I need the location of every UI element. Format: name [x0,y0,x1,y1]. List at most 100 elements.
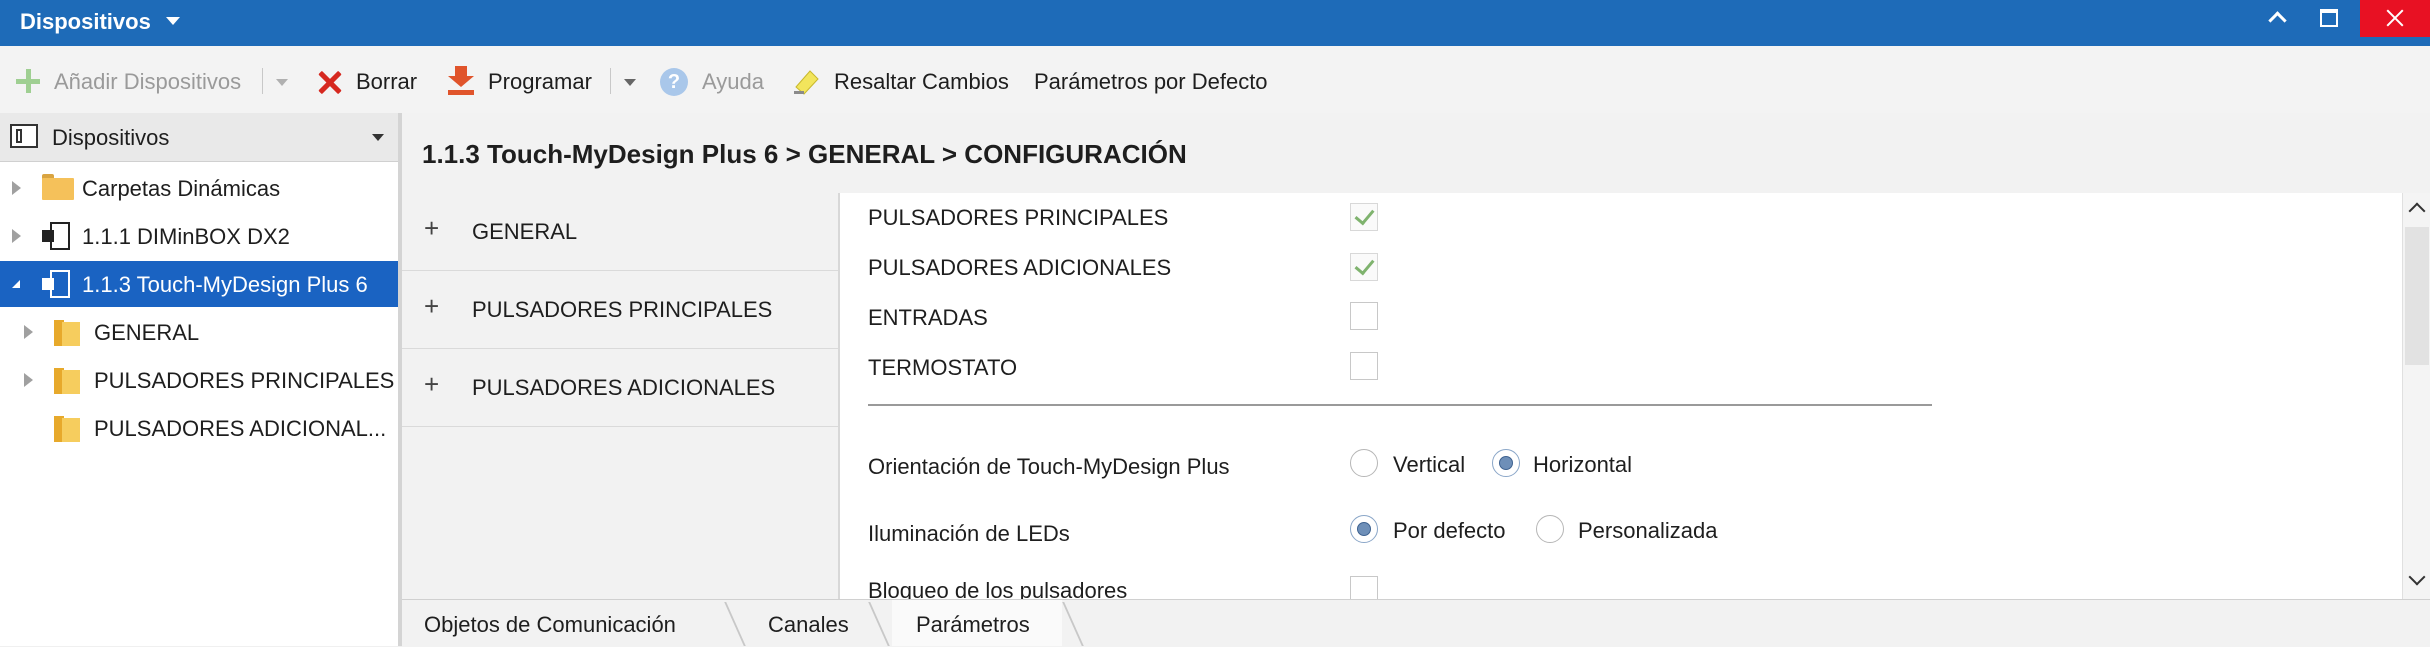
expand-plus-icon[interactable]: + [424,291,439,322]
collapse-icon[interactable] [2250,0,2306,40]
radio-leds-default[interactable] [1350,515,1378,543]
device-icon [42,270,72,298]
help-icon: ? [660,68,688,96]
breadcrumb: 1.1.3 Touch-MyDesign Plus 6 > GENERAL > … [422,139,1187,169]
checkbox-button-lock[interactable] [1350,576,1378,599]
tree-item-label: GENERAL [94,320,200,345]
tab-channels[interactable]: Canales [748,600,868,646]
delete-button[interactable]: Borrar [318,66,424,96]
devices-panel: Dispositivos Carpetas Dinámicas 1.1.1 DI… [0,113,402,646]
param-label: PULSADORES ADICIONALES [868,255,1172,280]
checkbox-thermostat[interactable] [1350,352,1378,380]
window-title[interactable]: Dispositivos [20,9,151,35]
devices-panel-header[interactable]: Dispositivos [0,113,398,162]
tree-item-main-buttons[interactable]: PULSADORES PRINCIPALES [0,357,398,403]
tab-parameters[interactable]: Parámetros [892,600,1062,646]
tree-item-label: 1.1.3 Touch-MyDesign Plus 6 [82,272,368,297]
param-label: Iluminación de LEDs [868,521,1070,546]
param-label: TERMOSTATO [868,355,1018,380]
devices-icon [10,124,38,148]
tree-item-additional-buttons[interactable]: PULSADORES ADICIONAL... [0,405,398,451]
chevron-down-icon[interactable] [372,134,384,141]
section-general[interactable]: + GENERAL [402,193,838,271]
section-nav: + GENERAL + PULSADORES PRINCIPALES + PUL… [402,193,840,599]
expand-icon[interactable] [24,325,33,339]
section-additional-buttons[interactable]: + PULSADORES ADICIONALES [402,349,838,427]
plus-icon [16,69,40,93]
vertical-scrollbar[interactable] [2402,193,2430,599]
download-icon [448,66,474,95]
param-label: Orientación de Touch-MyDesign Plus [868,454,1230,479]
tree-item-general[interactable]: GENERAL [0,309,398,355]
default-params-label: Parámetros por Defecto [1034,69,1268,94]
help-button[interactable]: ? Ayuda [660,66,772,96]
tree-item-device-1-1-1[interactable]: 1.1.1 DIMinBOX DX2 [0,213,398,259]
add-devices-button[interactable]: Añadir Dispositivos [16,66,256,96]
tree-item-label: Carpetas Dinámicas [82,176,281,201]
parameter-folder-icon [54,414,82,442]
highlight-changes-label: Resaltar Cambios [834,69,1009,94]
tree-item-device-1-1-3[interactable]: 1.1.3 Touch-MyDesign Plus 6 [0,261,398,307]
checkbox-additional-buttons[interactable] [1350,253,1378,281]
radio-label: Horizontal [1533,452,1633,477]
tab-label: Parámetros [916,612,1030,637]
checkbox-inputs[interactable] [1350,302,1378,330]
add-devices-dropdown-icon[interactable] [276,79,288,86]
radio-label: Personalizada [1578,518,1718,543]
tab-separator [868,602,890,646]
tree-item-label: PULSADORES ADICIONAL... [94,416,387,441]
expand-plus-icon[interactable]: + [424,213,439,244]
scroll-down-icon[interactable] [2408,568,2426,586]
expand-plus-icon[interactable]: + [424,369,439,400]
scroll-up-icon[interactable] [2408,202,2426,220]
radio-orientation-vertical[interactable] [1350,449,1378,477]
section-label: GENERAL [472,219,578,244]
toolbar-separator [610,68,611,94]
section-label: PULSADORES PRINCIPALES [472,297,773,322]
delete-label: Borrar [356,69,418,94]
bottom-tabs: Objetos de Comunicación Canales Parámetr… [402,599,2430,647]
radio-label: Vertical [1393,452,1466,477]
param-label: ENTRADAS [868,305,988,330]
tab-label: Objetos de Comunicación [424,612,676,637]
section-main-buttons[interactable]: + PULSADORES PRINCIPALES [402,271,838,349]
folder-icon [42,174,74,200]
parameter-folder-icon [54,366,82,394]
devices-panel-title: Dispositivos [52,125,170,150]
tree-item-label: 1.1.1 DIMinBOX DX2 [82,224,290,249]
expand-icon[interactable] [12,181,21,195]
scroll-thumb[interactable] [2405,227,2429,365]
tab-separator [1062,602,1084,646]
tree-item-dynamic-folders[interactable]: Carpetas Dinámicas [0,165,398,211]
divider [868,404,1932,406]
tab-label: Canales [768,612,849,637]
parameters-panel: PULSADORES PRINCIPALES PULSADORES ADICIO… [840,193,2402,599]
toolbar: Añadir Dispositivos Borrar Programar ? A… [0,46,2430,114]
program-label: Programar [488,69,592,94]
program-button[interactable]: Programar [446,66,602,96]
title-bar: Dispositivos [0,0,2430,46]
radio-label: Por defecto [1393,518,1506,543]
device-icon [42,222,72,250]
radio-leds-custom[interactable] [1536,515,1564,543]
checkbox-main-buttons[interactable] [1350,203,1378,231]
collapse-icon[interactable] [12,280,20,288]
expand-icon[interactable] [24,373,33,387]
close-icon[interactable] [2360,0,2430,37]
param-label: PULSADORES PRINCIPALES [868,205,1169,230]
expand-icon[interactable] [12,229,21,243]
toolbar-separator [262,68,263,94]
param-label: Bloqueo de los pulsadores [868,578,1128,599]
breadcrumb-bar: 1.1.3 Touch-MyDesign Plus 6 > GENERAL > … [402,113,2430,193]
maximize-icon[interactable] [2300,0,2356,40]
tab-communication-objects[interactable]: Objetos de Comunicación [402,600,724,646]
chevron-down-icon[interactable] [166,17,180,25]
default-params-button[interactable]: Parámetros por Defecto [1034,66,1284,96]
highlight-changes-button[interactable]: Resaltar Cambios [792,66,1012,96]
add-devices-label: Añadir Dispositivos [54,69,242,94]
delete-icon [318,70,342,94]
tree-item-label: PULSADORES PRINCIPALES [94,368,395,393]
program-dropdown-icon[interactable] [624,79,636,86]
radio-orientation-horizontal[interactable] [1492,449,1520,477]
section-label: PULSADORES ADICIONALES [472,375,776,400]
